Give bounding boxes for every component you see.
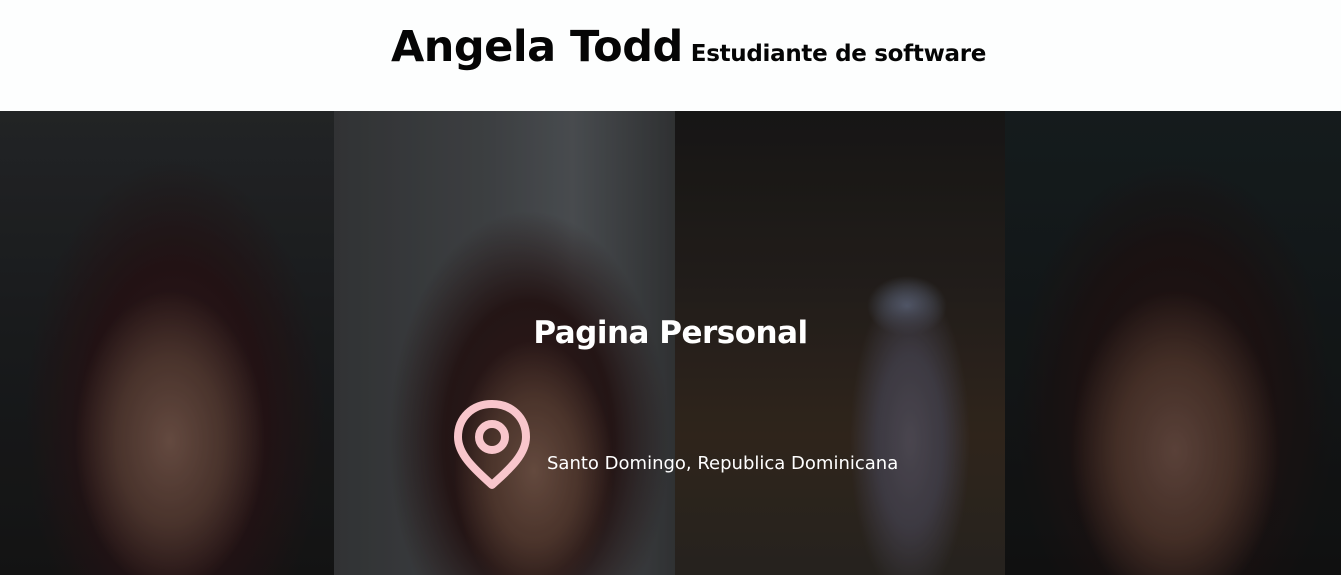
owner-name: Angela Todd bbox=[391, 22, 683, 72]
header-title: Angela Todd Estudiante de software bbox=[391, 22, 986, 72]
hero-gallery: Pagina Personal Santo Domingo, Republica… bbox=[0, 111, 1341, 575]
page-heading: Pagina Personal bbox=[533, 315, 808, 351]
location-text: Santo Domingo, Republica Dominicana bbox=[547, 453, 899, 474]
site-header: Angela Todd Estudiante de software bbox=[0, 0, 1341, 111]
map-pin-icon bbox=[454, 400, 530, 489]
owner-role: Estudiante de software bbox=[690, 41, 987, 67]
